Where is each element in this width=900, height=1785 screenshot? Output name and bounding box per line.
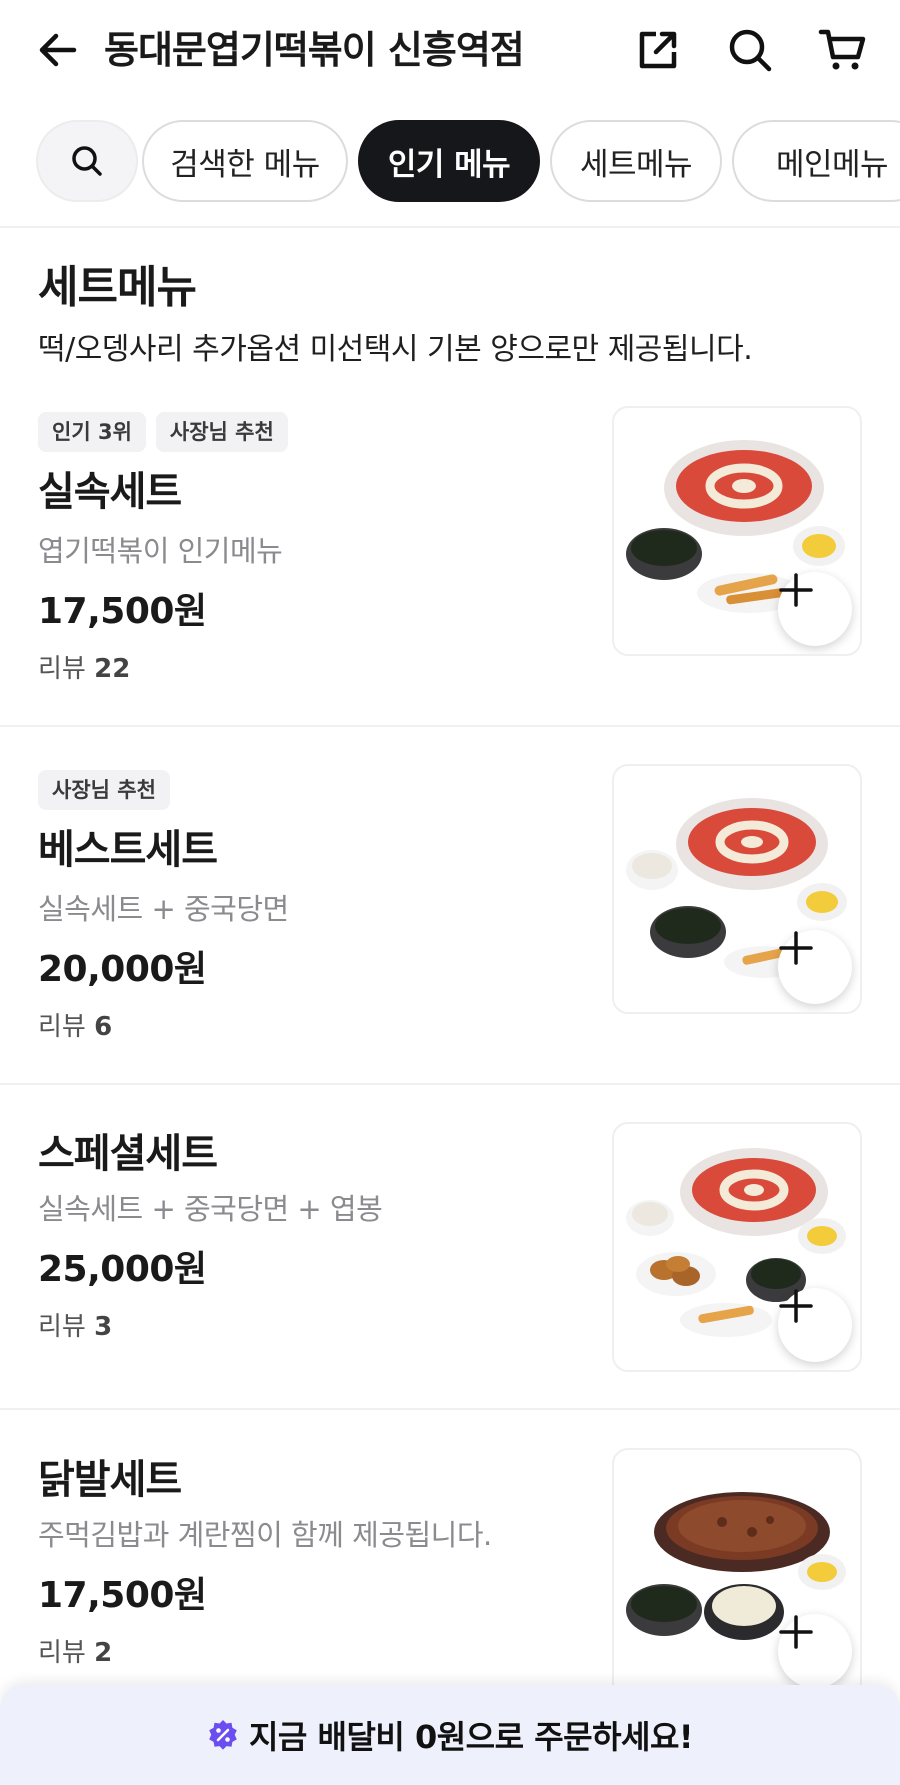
menu-item-reviews: 리뷰 6 bbox=[38, 1008, 112, 1046]
tab-main-menu[interactable]: 메인메뉴 bbox=[732, 120, 900, 202]
review-label: 리뷰 bbox=[38, 654, 86, 684]
owner-pick-badge: 사장님 추천 bbox=[155, 412, 288, 452]
share-button[interactable] bbox=[630, 22, 686, 78]
menu-item-name: 닭발세트 bbox=[38, 1457, 182, 1503]
back-button[interactable] bbox=[30, 22, 86, 78]
add-to-cart-button[interactable] bbox=[778, 1614, 852, 1688]
cart-icon bbox=[818, 29, 866, 70]
tab-set-menu[interactable]: 세트메뉴 bbox=[550, 120, 722, 202]
review-count: 6 bbox=[94, 1012, 113, 1042]
store-title: 동대문엽기떡볶이 신흥역점 bbox=[104, 28, 525, 72]
menu-item-price: 17,500원 bbox=[38, 591, 207, 632]
cart-button[interactable] bbox=[814, 22, 870, 78]
menu-item-reviews: 리뷰 22 bbox=[38, 650, 130, 688]
divider bbox=[0, 226, 900, 228]
menu-item-image[interactable] bbox=[612, 1122, 862, 1372]
section-title: 세트메뉴 bbox=[38, 262, 197, 313]
share-icon bbox=[639, 31, 677, 69]
menu-search-button[interactable] bbox=[36, 120, 138, 202]
menu-item[interactable]: 닭발세트 주먹김밥과 계란찜이 함께 제공됩니다. 17,500원 리뷰 2 bbox=[0, 1448, 900, 1698]
menu-item-description: 엽기떡볶이 인기메뉴 bbox=[38, 534, 283, 568]
menu-item-name: 스페셜세트 bbox=[38, 1131, 218, 1177]
menu-item-price: 17,500원 bbox=[38, 1575, 207, 1616]
tab-searched-menu[interactable]: 검색한 메뉴 bbox=[142, 120, 348, 202]
plus-icon bbox=[779, 573, 813, 607]
review-label: 리뷰 bbox=[38, 1312, 86, 1342]
menu-item-description: 실속세트 + 중국당면 + 엽봉 bbox=[38, 1192, 383, 1226]
promo-text: 지금 배달비 0원으로 주문하세요! bbox=[248, 1718, 694, 1756]
menu-item-image[interactable] bbox=[612, 406, 862, 656]
menu-item[interactable]: 인기 3위 사장님 추천 실속세트 엽기떡볶이 인기메뉴 17,500원 리뷰 … bbox=[0, 406, 900, 726]
add-to-cart-button[interactable] bbox=[778, 572, 852, 646]
plus-icon bbox=[779, 931, 813, 965]
owner-pick-badge: 사장님 추천 bbox=[38, 770, 170, 810]
plus-icon bbox=[779, 1289, 813, 1323]
menu-item-name: 실속세트 bbox=[38, 469, 182, 515]
menu-item-image[interactable] bbox=[612, 1448, 862, 1698]
app-header: 동대문엽기떡볶이 신흥역점 bbox=[0, 0, 900, 100]
badge-list: 인기 3위 사장님 추천 bbox=[38, 412, 288, 452]
search-icon bbox=[72, 146, 102, 176]
menu-item-name: 베스트세트 bbox=[38, 827, 218, 873]
review-label: 리뷰 bbox=[38, 1638, 86, 1668]
divider bbox=[0, 725, 900, 727]
menu-item-reviews: 리뷰 3 bbox=[38, 1308, 112, 1346]
search-button[interactable] bbox=[722, 22, 778, 78]
review-count: 3 bbox=[94, 1312, 113, 1342]
delivery-promo-banner[interactable]: 지금 배달비 0원으로 주문하세요! bbox=[0, 1685, 900, 1785]
divider bbox=[0, 1083, 900, 1085]
discount-badge-icon bbox=[209, 1720, 237, 1750]
menu-item-price: 20,000원 bbox=[38, 949, 207, 990]
add-to-cart-button[interactable] bbox=[778, 1288, 852, 1362]
arrow-left-icon bbox=[39, 33, 77, 67]
rank-badge: 인기 3위 bbox=[38, 412, 146, 452]
tab-popular-menu[interactable]: 인기 메뉴 bbox=[358, 120, 540, 202]
menu-item[interactable]: 사장님 추천 베스트세트 실속세트 + 중국당면 20,000원 리뷰 6 bbox=[0, 764, 900, 1084]
review-count: 2 bbox=[94, 1638, 113, 1668]
menu-item-description: 실속세트 + 중국당면 bbox=[38, 892, 289, 926]
add-to-cart-button[interactable] bbox=[778, 930, 852, 1004]
menu-item-image[interactable] bbox=[612, 764, 862, 1014]
menu-item[interactable]: 스페셜세트 실속세트 + 중국당면 + 엽봉 25,000원 리뷰 3 bbox=[0, 1122, 900, 1442]
plus-icon bbox=[779, 1615, 813, 1649]
divider bbox=[0, 1408, 900, 1410]
badge-list: 사장님 추천 bbox=[38, 770, 170, 810]
review-label: 리뷰 bbox=[38, 1012, 86, 1042]
search-icon bbox=[729, 29, 772, 72]
menu-category-tabs: 검색한 메뉴 인기 메뉴 세트메뉴 메인메뉴 bbox=[0, 118, 900, 204]
menu-item-price: 25,000원 bbox=[38, 1249, 207, 1290]
menu-item-reviews: 리뷰 2 bbox=[38, 1634, 112, 1672]
review-count: 22 bbox=[94, 654, 131, 684]
menu-item-description: 주먹김밥과 계란찜이 함께 제공됩니다. bbox=[38, 1518, 492, 1552]
section-description: 떡/오뎅사리 추가옵션 미선택시 기본 양으로만 제공됩니다. bbox=[38, 332, 753, 367]
